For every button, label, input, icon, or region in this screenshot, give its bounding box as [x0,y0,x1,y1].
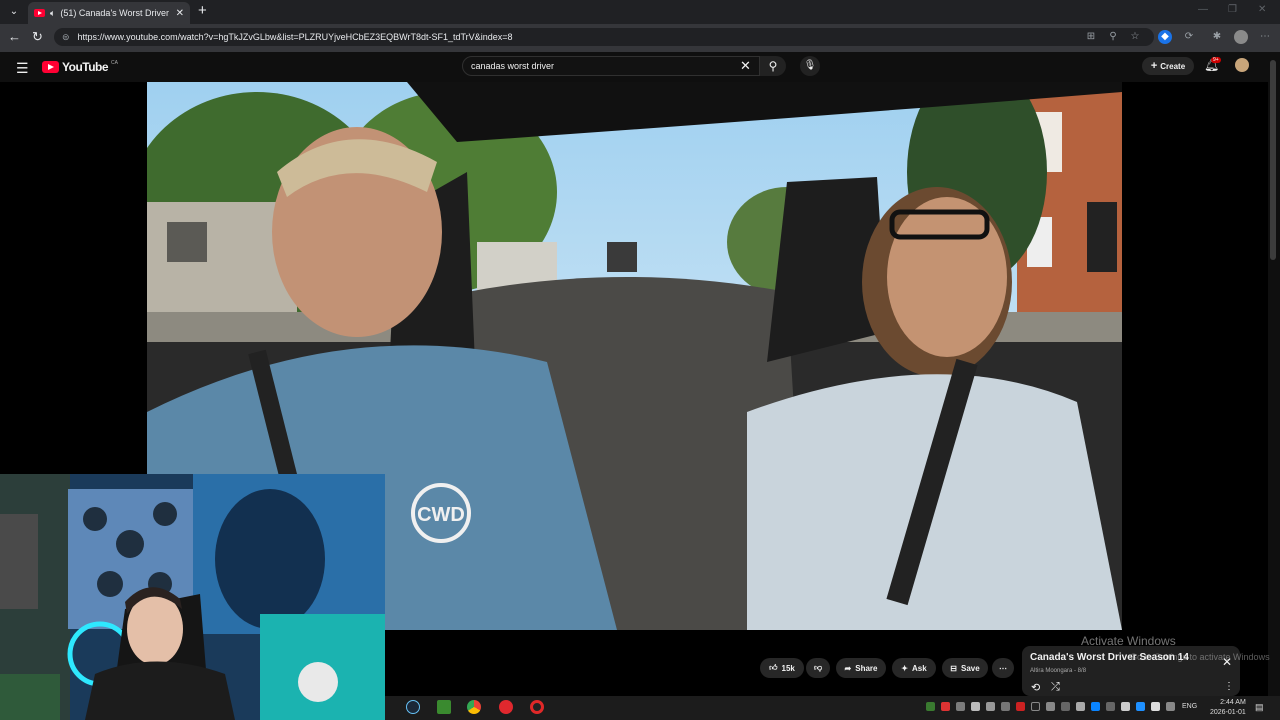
ask-button[interactable]: ✦ Ask [892,658,936,678]
search-button[interactable]: ⚲ [760,56,786,76]
thumbs-up-icon: 👍︎ [769,663,778,672]
obs-icon[interactable] [530,700,544,714]
taskbar [385,696,1280,720]
clock[interactable]: 2:44 AM 2026-01-01 [1210,698,1246,718]
tray-icon-13[interactable] [1106,702,1115,711]
tray-icon-14[interactable] [1121,702,1130,711]
ask-label: Ask [912,663,927,673]
notification-badge: 9+ [1211,57,1221,63]
maximize-icon[interactable]: ❐ [1228,4,1237,15]
create-button[interactable]: + Create [1142,57,1194,75]
youtube-play-icon [42,61,59,73]
browser-tab-strip [0,0,1280,24]
clock-date: 2026-01-01 [1210,709,1246,716]
tray-icon-15[interactable] [1136,702,1145,711]
like-count: 15k [781,663,795,673]
bookmark-star-icon[interactable]: ☆ [1128,30,1142,44]
tray-icon-12[interactable] [1091,702,1100,711]
browser-menu-icon[interactable]: ⋯ [1258,30,1272,44]
clear-search-icon[interactable]: ✕ [740,58,751,74]
cwd-watermark: CWD [417,504,465,526]
like-button[interactable]: 👍︎ 15k [760,658,804,678]
more-icon: ⋯ [999,663,1007,673]
country-code: CA [111,60,118,66]
plus-icon: + [1150,60,1158,72]
sparkle-icon: ✦ [901,663,908,673]
thumbs-down-icon: 👎︎ [813,663,823,672]
steam-icon[interactable] [406,700,420,714]
tray-record-icon[interactable] [941,702,950,711]
share-button[interactable]: ➦ Share [836,658,886,678]
save-icon: ⊟ [950,663,957,673]
create-label: Create [1160,61,1186,71]
playlist-subtitle: Altira Moongara - 8/8 [1030,668,1087,674]
notification-center-icon[interactable]: ▤ [1255,702,1264,713]
address-bar[interactable]: ⊜ https://www.youtube.com/watch?v=hgTkJZ… [54,28,1154,46]
save-label: Save [961,663,980,673]
window-close-icon[interactable]: ✕ [1258,4,1266,15]
extensions-puzzle-icon[interactable]: ✱ [1210,30,1224,44]
playlist-close-icon[interactable]: ✕ [1222,655,1232,669]
search-input[interactable]: canadas worst driver [462,56,760,76]
tray-icon-6[interactable] [1001,702,1010,711]
profile-avatar[interactable] [1234,30,1248,44]
dislike-button[interactable]: 👎︎ [806,658,830,678]
voice-search-icon[interactable]: 🎙︎ [800,56,820,76]
tray-icon-16[interactable] [1151,702,1160,711]
tray-icon-3[interactable] [956,702,965,711]
new-tab-button[interactable]: + [198,3,207,19]
tray-icon-10[interactable] [1061,702,1070,711]
back-icon[interactable]: ← [8,29,21,45]
search-query: canadas worst driver [471,61,555,71]
webcam-overlay [0,474,385,720]
account-avatar[interactable] [1235,58,1249,72]
playlist-title[interactable]: Canada's Worst Driver Season 14 [1030,652,1189,663]
extension-icon[interactable]: ◆ [1158,30,1172,44]
tray-icon-4[interactable] [971,702,980,711]
youtube-wordmark: YouTube [62,60,109,74]
reload-icon[interactable]: ↻ [32,29,43,45]
scrollbar-thumb[interactable] [1270,60,1276,260]
share-icon: ➦ [844,663,852,673]
activate-windows-title: Activate Windows [1081,634,1176,648]
clock-time: 2:44 AM [1220,699,1246,706]
youtube-logo[interactable]: YouTube CA [42,60,118,74]
youtube-favicon-icon [34,9,45,17]
minecraft-icon[interactable] [437,700,451,714]
input-language[interactable]: ENG [1182,703,1197,710]
guide-menu-icon[interactable]: ☰ [16,60,29,77]
save-button[interactable]: ⊟ Save [942,658,988,678]
zoom-icon[interactable]: ⚲ [1106,30,1120,44]
sync-icon[interactable]: ⟳ [1182,30,1196,44]
minimize-icon[interactable]: — [1198,4,1208,15]
tray-icon-17[interactable] [1166,702,1175,711]
app-available-icon[interactable]: ⊞ [1084,30,1098,44]
tray-nvidia-icon[interactable] [926,702,935,711]
url-text: https://www.youtube.com/watch?v=hgTkJZvG… [77,32,513,42]
tray-icon-9[interactable] [1046,702,1055,711]
tab-title: (51) Canada's Worst Driver S [60,8,171,18]
tray-icon-11[interactable] [1076,702,1085,711]
audio-icon[interactable]: 🔈︎ [50,8,55,19]
browser-tab[interactable]: 🔈︎ (51) Canada's Worst Driver S ✕ [28,2,190,24]
tab-list-icon[interactable]: ⌄ [6,4,22,20]
tab-close-icon[interactable]: ✕ [176,8,184,19]
shuffle-icon[interactable]: ⤮ [1051,681,1060,694]
more-actions-button[interactable]: ⋯ [992,658,1014,678]
tray-icon-5[interactable] [986,702,995,711]
site-info-icon[interactable]: ⊜ [62,32,70,43]
chrome-icon[interactable] [467,700,481,714]
share-label: Share [855,663,878,673]
playlist-more-icon[interactable]: ⋮ [1224,681,1234,692]
app-icon-red[interactable] [499,700,513,714]
loop-icon[interactable]: ⟲ [1031,681,1040,694]
tray-icon-8[interactable] [1031,702,1040,711]
tray-icon-7[interactable] [1016,702,1025,711]
